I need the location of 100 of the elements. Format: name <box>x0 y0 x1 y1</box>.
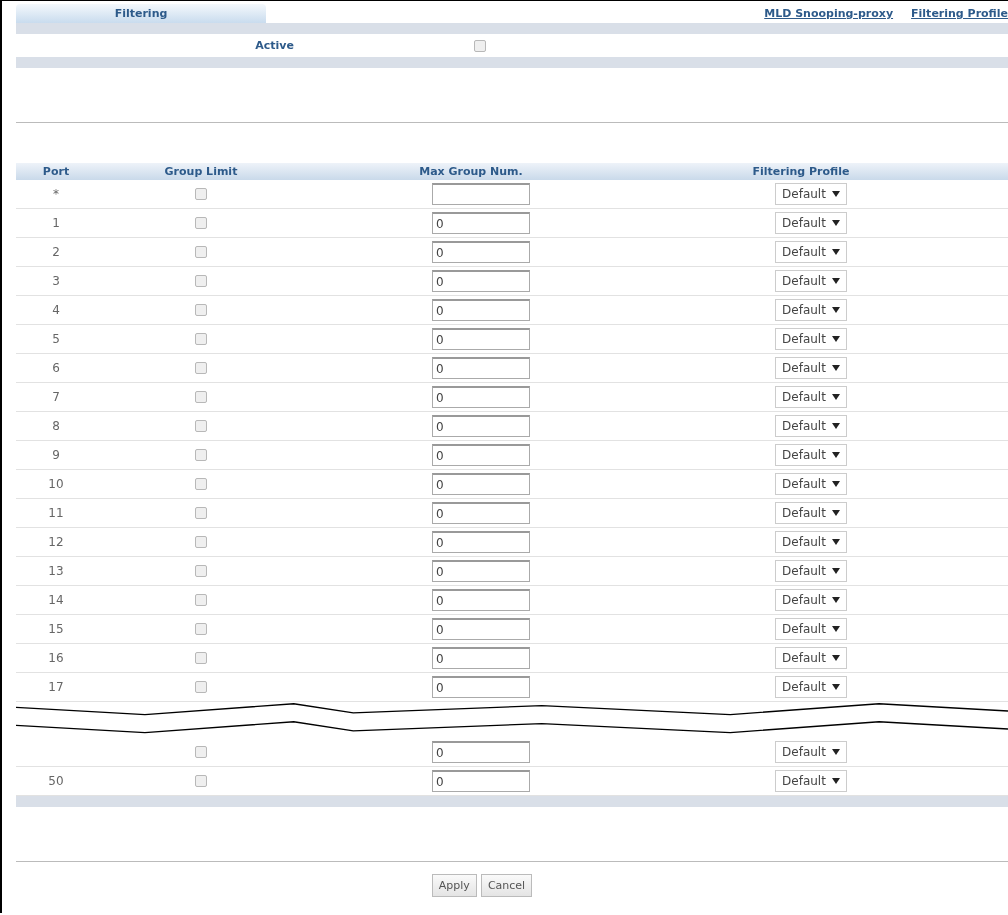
max-group-num-field[interactable] <box>432 183 530 205</box>
group-limit-checkbox[interactable] <box>195 746 207 758</box>
port-number: 10 <box>48 477 64 491</box>
filtering-profile-dropdown[interactable]: Default <box>775 299 847 321</box>
port-number: 5 <box>52 332 60 346</box>
filtering-profile-dropdown[interactable]: Default <box>775 415 847 437</box>
caret-icon <box>831 749 840 755</box>
port-number: 4 <box>52 303 60 317</box>
filtering-profile-dropdown[interactable]: Default <box>775 560 847 582</box>
group-limit-checkbox[interactable] <box>195 304 207 316</box>
group-limit-checkbox[interactable] <box>195 565 207 577</box>
max-group-num-field[interactable]: 0 <box>432 328 530 350</box>
nav-link[interactable]: MLD Snooping-proxy <box>764 7 894 20</box>
filtering-profile-dropdown[interactable]: Default <box>775 770 847 792</box>
filtering-profile-dropdown[interactable]: Default <box>775 618 847 640</box>
caret-icon <box>831 191 840 197</box>
group-limit-checkbox[interactable] <box>195 507 207 519</box>
caret-icon <box>831 423 840 429</box>
port-number: 13 <box>48 564 64 578</box>
group-limit-checkbox[interactable] <box>195 333 207 345</box>
max-group-num-field[interactable]: 0 <box>432 386 530 408</box>
filtering-profile-dropdown[interactable]: Default <box>775 444 847 466</box>
form-button[interactable]: Cancel <box>480 874 533 897</box>
group-limit-checkbox[interactable] <box>195 275 207 287</box>
group-limit-checkbox[interactable] <box>195 246 207 258</box>
caret-icon <box>831 684 840 690</box>
filtering-profile-dropdown[interactable]: Default <box>775 241 847 263</box>
max-group-num-field[interactable]: 0 <box>432 741 530 763</box>
max-group-num-field[interactable]: 0 <box>432 444 530 466</box>
group-limit-checkbox[interactable] <box>195 594 207 606</box>
filtering-profile-dropdown[interactable]: Default <box>775 676 847 698</box>
group-limit-checkbox[interactable] <box>195 420 207 432</box>
port-number: 1 <box>52 216 60 230</box>
max-group-num-field[interactable]: 0 <box>432 415 530 437</box>
max-group-num-field[interactable]: 0 <box>432 770 530 792</box>
port-number: 8 <box>52 419 60 433</box>
filtering-profile-dropdown[interactable]: Default <box>775 473 847 495</box>
caret-icon <box>831 655 840 661</box>
form-button[interactable]: Apply <box>431 874 477 897</box>
port-number: 50 <box>48 774 64 788</box>
filtering-profile-dropdown[interactable]: Default <box>775 589 847 611</box>
filtering-profile-dropdown[interactable]: Default <box>775 270 847 292</box>
caret-icon <box>831 278 840 284</box>
group-limit-checkbox[interactable] <box>195 449 207 461</box>
column-header: Port <box>41 165 71 178</box>
active-checkbox[interactable] <box>474 39 486 52</box>
filtering-tab[interactable]: Filtering <box>16 4 266 23</box>
max-group-num-field[interactable]: 0 <box>432 647 530 669</box>
group-limit-checkbox[interactable] <box>195 536 207 548</box>
max-group-num-field[interactable]: 0 <box>432 212 530 234</box>
group-limit-checkbox[interactable] <box>195 188 207 200</box>
group-limit-checkbox[interactable] <box>195 652 207 664</box>
filtering-profile-dropdown[interactable]: Default <box>775 183 847 205</box>
filtering-profile-dropdown[interactable]: Default <box>775 502 847 524</box>
active-label: Active <box>254 39 294 52</box>
caret-icon <box>831 365 840 371</box>
caret-icon <box>831 626 840 632</box>
max-group-num-field[interactable]: 0 <box>432 473 530 495</box>
filtering-profile-dropdown[interactable]: Default <box>775 741 847 763</box>
nav-link[interactable]: Filtering Profile <box>911 7 1008 20</box>
filtering-profile-dropdown[interactable]: Default <box>775 328 847 350</box>
group-limit-checkbox[interactable] <box>195 775 207 787</box>
caret-icon <box>831 336 840 342</box>
port-number: 6 <box>52 361 60 375</box>
caret-icon <box>831 539 840 545</box>
filtering-profile-dropdown[interactable]: Default <box>775 647 847 669</box>
filtering-profile-dropdown[interactable]: Default <box>775 386 847 408</box>
caret-icon <box>831 510 840 516</box>
port-number: 15 <box>48 622 64 636</box>
max-group-num-field[interactable]: 0 <box>432 676 530 698</box>
max-group-num-field[interactable]: 0 <box>432 531 530 553</box>
port-number: 3 <box>52 274 60 288</box>
max-group-num-field[interactable]: 0 <box>432 270 530 292</box>
filtering-profile-dropdown[interactable]: Default <box>775 531 847 553</box>
max-group-num-field[interactable]: 0 <box>432 560 530 582</box>
group-limit-checkbox[interactable] <box>195 391 207 403</box>
max-group-num-field[interactable]: 0 <box>432 502 530 524</box>
group-limit-checkbox[interactable] <box>195 478 207 490</box>
port-number: 2 <box>52 245 60 259</box>
port-number: 17 <box>48 680 64 694</box>
caret-icon <box>831 220 840 226</box>
caret-icon <box>831 249 840 255</box>
filtering-profile-dropdown[interactable]: Default <box>775 357 847 379</box>
port-number: 7 <box>52 390 60 404</box>
filtering-profile-dropdown[interactable]: Default <box>775 212 847 234</box>
max-group-num-field[interactable]: 0 <box>432 299 530 321</box>
max-group-num-field[interactable]: 0 <box>432 241 530 263</box>
group-limit-checkbox[interactable] <box>195 681 207 693</box>
column-header: Max Group Num. <box>418 165 524 178</box>
max-group-num-field[interactable]: 0 <box>432 618 530 640</box>
group-limit-checkbox[interactable] <box>195 623 207 635</box>
caret-icon <box>831 307 840 313</box>
group-limit-checkbox[interactable] <box>195 362 207 374</box>
port-number: 9 <box>52 448 60 462</box>
group-limit-checkbox[interactable] <box>195 217 207 229</box>
max-group-num-field[interactable]: 0 <box>432 357 530 379</box>
caret-icon <box>831 568 840 574</box>
column-header: Filtering Profile <box>751 165 851 178</box>
port-number: 11 <box>48 506 64 520</box>
max-group-num-field[interactable]: 0 <box>432 589 530 611</box>
